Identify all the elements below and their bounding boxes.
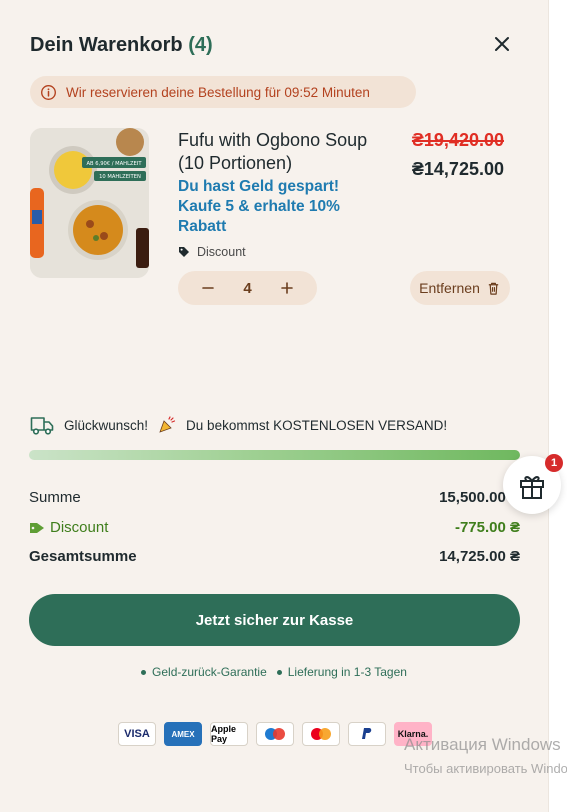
discount-label-wrap: Discount (29, 519, 108, 536)
discount-value: -775.00 ₴ (454, 519, 520, 536)
page-edge (548, 0, 567, 812)
plus-icon[interactable] (279, 280, 295, 296)
discount-tag: Discount (178, 245, 246, 259)
tag-icon (179, 247, 189, 257)
shipping-progress-bar (29, 450, 520, 460)
guarantee-delivery: Lieferung in 1-3 Tagen (287, 665, 407, 679)
cart-header: Dein Warenkorb (4) (30, 34, 518, 60)
close-icon[interactable] (490, 32, 514, 56)
discount-label: Discount (50, 519, 109, 536)
reservation-timer: Wir reservieren deine Bestellung für 09:… (30, 76, 416, 108)
party-popper-icon (159, 416, 176, 433)
gift-button[interactable]: 1 (503, 454, 563, 514)
mastercard-icon (302, 722, 340, 746)
total-label: Gesamtsumme (29, 548, 137, 565)
cart-title: Dein Warenkorb (4) (30, 34, 213, 56)
shipping-message: Glückwunsch! Du bekommst KOSTENLOSEN VER… (30, 414, 447, 436)
cart-title-text: Dein Warenkorb (30, 34, 183, 56)
remove-button[interactable]: Entfernen (410, 271, 510, 305)
guarantee-money-back: Geld-zurück-Garantie (152, 665, 267, 679)
product-title[interactable]: Fufu with Ogbono Soup (10 Portionen) (178, 129, 378, 175)
info-icon (41, 84, 56, 100)
apple-pay-label: Apple Pay (211, 724, 237, 744)
original-price: ₴19,420.00 (411, 130, 504, 150)
guarantee-item: Geld-zurück-Garantie (141, 665, 267, 679)
image-label-price: AB 6,90€ / MAHLZEIT (87, 161, 143, 167)
quantity-value: 4 (243, 279, 252, 297)
truck-icon (30, 417, 54, 435)
image-label-meals: 10 MAHLZEITEN (99, 174, 141, 180)
gift-icon (520, 476, 544, 499)
cart-panel: Dein Warenkorb (4) Wir reservieren deine… (0, 0, 548, 812)
checkout-button[interactable]: Jetzt sicher zur Kasse (29, 594, 520, 646)
watermark-line1: Активация Windows (404, 735, 561, 754)
trash-icon (488, 282, 499, 295)
discounted-price: ₴14,725.00 (411, 159, 504, 179)
tag-icon (30, 522, 44, 533)
amex-label: AMEX (171, 729, 195, 739)
promo-text: Du hast Geld gespart! Kaufe 5 & erhalte … (178, 178, 340, 235)
discount-tag-label: Discount (197, 245, 246, 259)
timer-text: Wir reservieren deine Bestellung für 09:… (66, 84, 370, 100)
subtotal-label: Summe (29, 489, 81, 506)
bullet-icon (141, 669, 147, 675)
watermark-line2: Чтобы активировать Windows (404, 761, 567, 776)
remove-label: Entfernen (419, 280, 480, 296)
shipping-progress-fill (29, 450, 520, 460)
guarantee-item: Lieferung in 1-3 Tagen (276, 665, 407, 679)
paypal-icon (348, 722, 386, 746)
summary-subtotal: Summe 15,500.00 ₴ (29, 489, 520, 506)
minus-icon[interactable] (200, 280, 216, 296)
total-value: 14,725.00 ₴ (439, 548, 520, 565)
visa-icon: VISA (118, 722, 156, 746)
gift-badge: 1 (545, 454, 563, 472)
cart-count: (4) (188, 34, 213, 56)
summary-discount: Discount -775.00 ₴ (29, 519, 520, 536)
summary-total: Gesamtsumme 14,725.00 ₴ (29, 548, 520, 565)
amex-icon: AMEX (164, 722, 202, 746)
windows-activation-watermark: Активация Windows Чтобы активировать Win… (404, 735, 567, 776)
guarantees: Geld-zurück-Garantie Lieferung in 1-3 Ta… (0, 665, 548, 679)
product-image[interactable]: AB 6,90€ / MAHLZEIT 10 MAHLZEITEN (30, 128, 149, 278)
apple-pay-icon: Apple Pay (210, 722, 248, 746)
bullet-icon (276, 669, 282, 675)
shipping-congrats: Glückwunsch! (64, 417, 149, 433)
maestro-icon (256, 722, 294, 746)
payment-methods: VISA AMEX Apple Pay Klarna. (118, 722, 432, 746)
visa-label: VISA (124, 728, 150, 740)
quantity-stepper: 4 (178, 271, 317, 305)
shipping-free-text: Du bekommst KOSTENLOSEN VERSAND! (186, 417, 448, 433)
